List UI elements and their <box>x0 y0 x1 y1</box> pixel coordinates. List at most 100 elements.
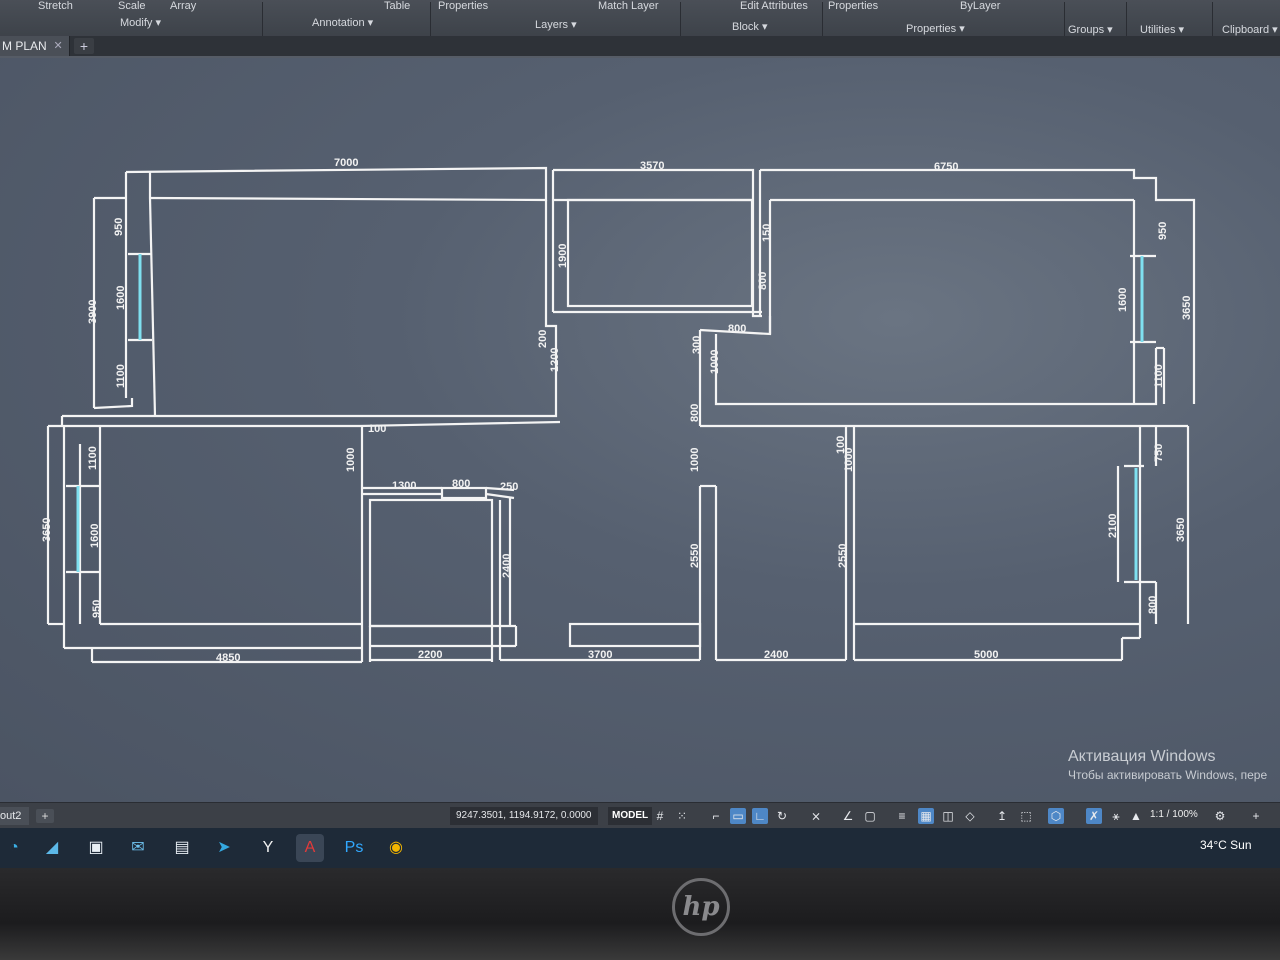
layers-group[interactable]: Layers <box>535 18 577 31</box>
table-tool[interactable]: Table <box>384 0 410 12</box>
dim-center-b-3: 250 <box>500 481 518 493</box>
dim-right-upper-3: 3650 <box>1181 296 1193 320</box>
dim-center-a-3: 1200 <box>549 348 561 372</box>
watermark-title: Активация Windows <box>1068 748 1216 765</box>
add-layout-icon[interactable]: + <box>36 809 54 823</box>
dim-center-d-2: 1000 <box>843 448 855 472</box>
activation-watermark: Активация Windows Чтобы активировать Win… <box>1068 748 1267 782</box>
edit-attributes-tool[interactable]: Edit Attributes <box>740 0 808 12</box>
dynamic-input-icon[interactable]: ▭ <box>730 808 746 824</box>
dim-bottom-4: 2400 <box>764 649 788 661</box>
coordinate-readout: 9247.3501, 1194.9172, 0.0000 <box>450 807 598 825</box>
dim-left-lower-1: 1100 <box>87 446 99 470</box>
properties-group[interactable]: Properties <box>906 22 965 35</box>
telegram-icon[interactable]: ➤ <box>210 834 238 862</box>
drawing-canvas[interactable]: 7000 3570 6750 4850 2200 3700 2400 5000 … <box>0 58 1280 802</box>
dim-left-lower-2: 3650 <box>41 518 53 542</box>
groups-group[interactable]: Groups <box>1068 23 1113 36</box>
dim-center-c-8: 2550 <box>689 544 701 568</box>
dim-center-a-1: 1900 <box>557 244 569 268</box>
transparency-icon[interactable]: ▦ <box>918 808 934 824</box>
status-bar: out2 + 9247.3501, 1194.9172, 0.0000 MODE… <box>0 802 1280 829</box>
plan-dimensions: 7000 3570 6750 4850 2200 3700 2400 5000 … <box>41 157 1193 664</box>
grid-icon[interactable]: # <box>652 808 668 824</box>
utilities-group[interactable]: Utilities <box>1140 23 1184 36</box>
dim-center-c-7: 1000 <box>689 448 701 472</box>
close-icon[interactable]: ✕ <box>53 36 62 56</box>
store-icon[interactable]: ▣ <box>82 834 110 862</box>
bylayer-dropdown[interactable]: ByLayer <box>960 0 1000 12</box>
dim-bottom-2: 2200 <box>418 649 442 661</box>
dim-center-c-3: 300 <box>691 336 703 354</box>
ribbon: Stretch Scale Array Table Properties Mat… <box>0 0 1280 41</box>
layout-tab[interactable]: out2 <box>0 807 30 825</box>
stretch-tool[interactable]: Stretch <box>38 0 73 12</box>
ortho-icon[interactable]: ∟ <box>752 808 768 824</box>
dim-bottom-5: 5000 <box>974 649 998 661</box>
watermark-subtitle: Чтобы активировать Windows, пере <box>1068 768 1268 782</box>
array-tool[interactable]: Array <box>170 0 196 12</box>
hp-logo: hp <box>672 878 730 936</box>
dim-center-a-4: 100 <box>368 423 386 435</box>
object-snap-icon[interactable]: ▢ <box>862 808 878 824</box>
snap-icon[interactable]: ⁙ <box>674 808 690 824</box>
file-tab-bar: M PLAN ✕ + <box>0 36 1280 58</box>
annotation-scale-icon[interactable]: ▲ <box>1128 808 1144 824</box>
plan-walls <box>46 166 1196 664</box>
scale-tool[interactable]: Scale <box>118 0 146 12</box>
dim-center-c-2: 800 <box>757 272 769 290</box>
clipboard-group[interactable]: Clipboard <box>1222 23 1278 36</box>
yandex-browser-icon[interactable]: Y <box>254 834 282 862</box>
dim-center-d-3: 2550 <box>837 544 849 568</box>
dim-top-1: 7000 <box>334 157 358 169</box>
dynamic-ucs-icon[interactable]: ↥ <box>994 808 1010 824</box>
add-tab-icon[interactable]: + <box>74 38 94 54</box>
annotation-group[interactable]: Annotation <box>312 16 373 29</box>
annotation-visibility-icon[interactable]: ✗ <box>1086 808 1102 824</box>
model-space-button[interactable]: MODEL <box>608 807 653 825</box>
dim-left-lower-4: 950 <box>91 600 103 618</box>
weather-status[interactable]: 34°C Sun <box>1200 838 1252 852</box>
file-tab[interactable]: M PLAN ✕ <box>0 36 70 56</box>
dim-right-upper-2: 1600 <box>1117 288 1129 312</box>
dim-top-2: 3570 <box>640 160 664 172</box>
mail-icon[interactable]: ✉ <box>124 834 152 862</box>
3d-osnap-icon[interactable]: ◇ <box>962 808 978 824</box>
dim-left-upper-1: 950 <box>113 218 125 236</box>
calculator-icon[interactable]: ▤ <box>168 834 196 862</box>
dim-left-upper-2: 1600 <box>115 286 127 310</box>
layer-properties-tool[interactable]: Properties <box>438 0 488 12</box>
dim-right-upper-4: 1100 <box>1153 364 1165 388</box>
polar-tracking-icon[interactable]: ↻ <box>774 808 790 824</box>
dim-center-b-4: 2400 <box>501 554 513 578</box>
block-group[interactable]: Block <box>732 20 767 33</box>
photoshop-icon[interactable]: Ps <box>340 834 368 862</box>
chrome-icon[interactable]: ◉ <box>382 834 410 862</box>
auto-scale-icon[interactable]: ⚹ <box>1108 808 1124 824</box>
autocad-icon[interactable]: A <box>296 834 324 862</box>
dim-center-c-1: 150 <box>761 224 773 242</box>
gizmo-icon[interactable]: ⬡ <box>1048 808 1064 824</box>
dim-bottom-3: 3700 <box>588 649 612 661</box>
dim-center-c-4: 800 <box>728 323 746 335</box>
azure-icon[interactable]: ◢ <box>38 834 66 862</box>
match-layer-tool[interactable]: Match Layer <box>598 0 659 12</box>
dim-right-lower-2: 2100 <box>1107 514 1119 538</box>
plus-icon[interactable]: + <box>1248 808 1264 824</box>
dim-left-upper-3: 3900 <box>87 300 99 324</box>
dim-right-lower-4: 800 <box>1147 596 1159 614</box>
dim-top-3: 6750 <box>934 161 958 173</box>
selection-filter-icon[interactable]: ⬚ <box>1018 808 1034 824</box>
floor-plan: 7000 3570 6750 4850 2200 3700 2400 5000 … <box>41 157 1196 664</box>
annotation-scale-value[interactable]: 1:1 / 100% <box>1150 809 1198 820</box>
object-snap-tracking-icon[interactable]: ∠ <box>840 808 856 824</box>
infer-constraints-icon[interactable]: ⌐ <box>708 808 724 824</box>
modify-group[interactable]: Modify <box>120 16 161 29</box>
gear-icon[interactable]: ⚙ <box>1212 808 1228 824</box>
taskbar: ◔ ◢ ▣ ✉ ▤ ➤ Y A Ps ◉ 34°C Sun <box>0 828 1280 868</box>
selection-cycling-icon[interactable]: ◫ <box>940 808 956 824</box>
isometric-icon[interactable]: ⨯ <box>808 808 824 824</box>
edge-icon[interactable]: ◔ <box>0 834 28 862</box>
match-properties-tool[interactable]: Properties <box>828 0 878 12</box>
lineweight-icon[interactable]: ≡ <box>894 808 910 824</box>
